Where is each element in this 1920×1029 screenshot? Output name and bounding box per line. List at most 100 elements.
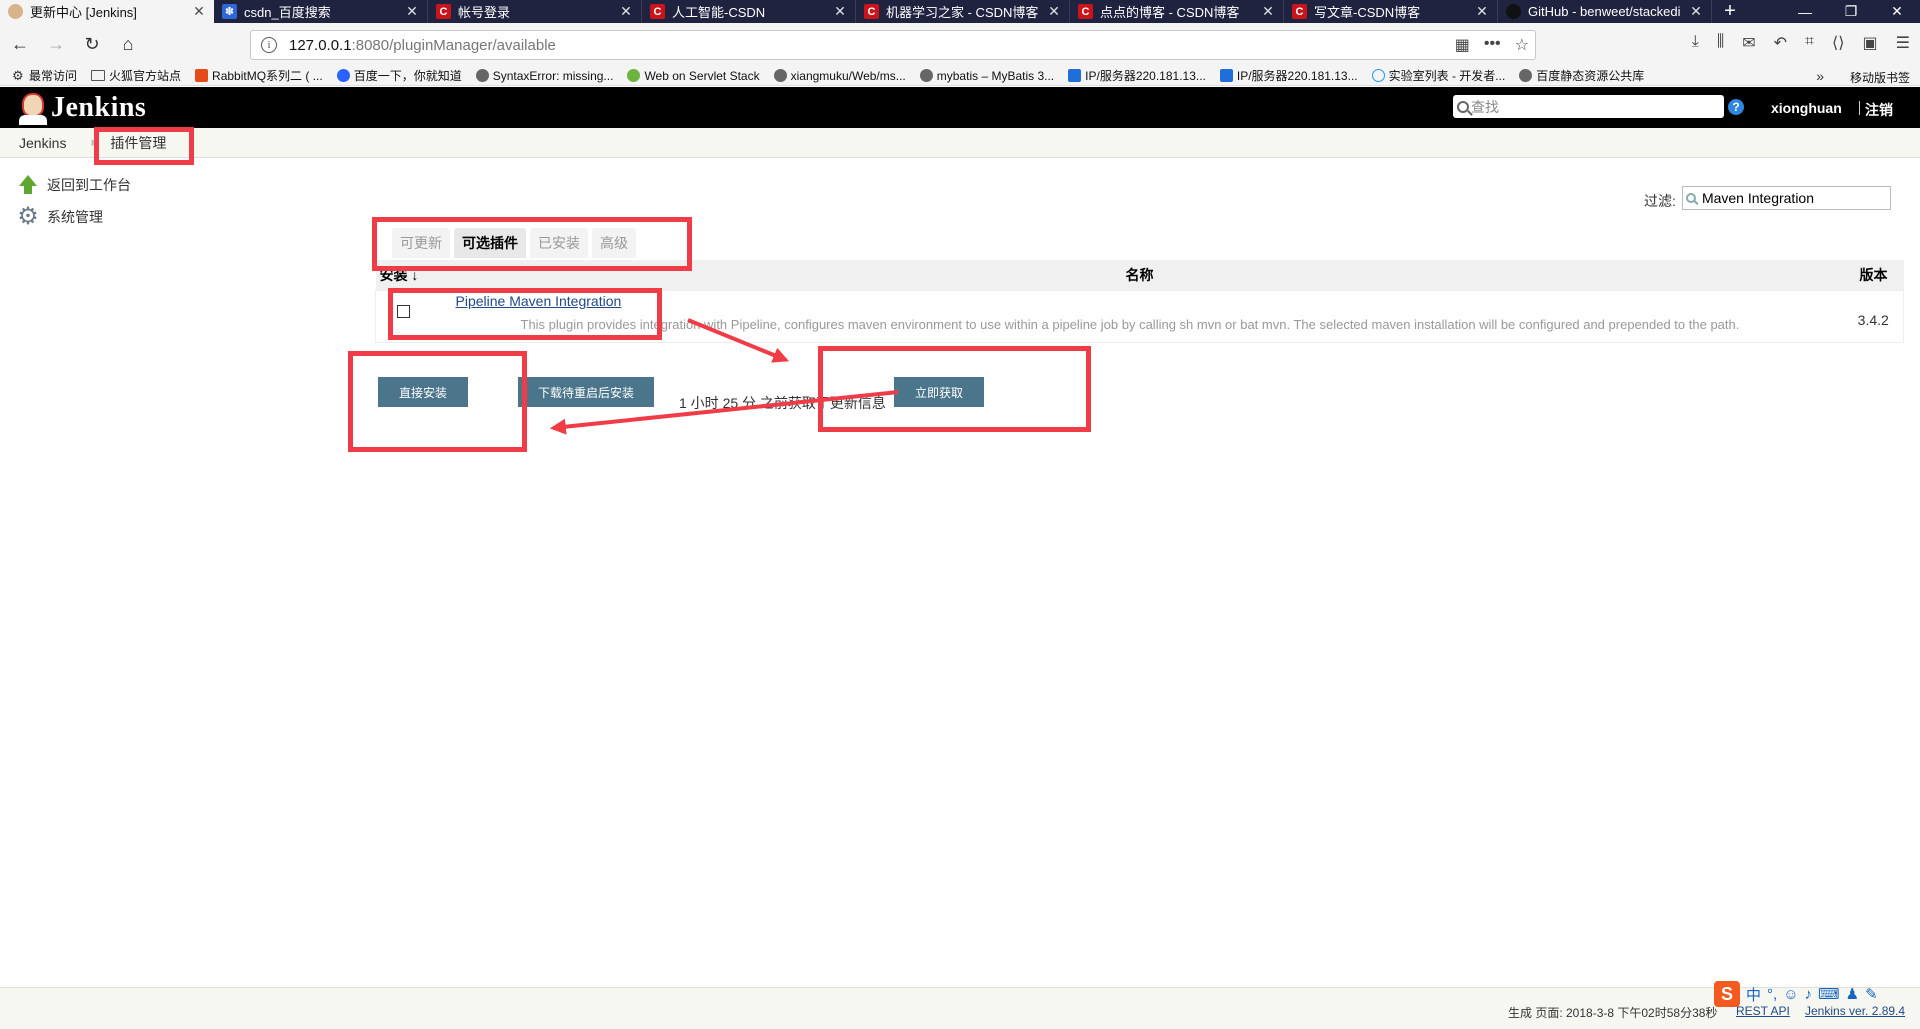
browser-tab-jenkins[interactable]: 更新中心 [Jenkins] ✕ [0, 0, 214, 23]
bookmark-star-icon[interactable]: ☆ [1515, 35, 1529, 55]
globe-icon [1519, 69, 1533, 82]
browser-tab-github[interactable]: GitHub - benweet/stackedi ✕ [1498, 0, 1712, 23]
tab-advanced[interactable]: 高级 [592, 228, 636, 258]
dev-tools-icon[interactable]: ⟨⟩ [1832, 33, 1844, 53]
breadcrumb-jenkins[interactable]: Jenkins [19, 135, 66, 151]
column-header-install[interactable]: 安装 ↓ [376, 260, 436, 290]
check-now-button[interactable]: 立即获取 [894, 377, 984, 407]
ime-emoji-icon[interactable]: ☺ [1783, 986, 1798, 1003]
column-header-name[interactable]: 名称 [436, 260, 1844, 290]
minimize-icon[interactable]: — [1782, 0, 1828, 23]
url-bar[interactable]: i 127.0.0.1:8080/pluginManager/available… [250, 30, 1536, 60]
restore-icon[interactable]: ❐ [1828, 0, 1874, 23]
close-icon[interactable]: ✕ [192, 3, 206, 20]
close-icon[interactable]: ✕ [619, 3, 633, 20]
forward-icon[interactable]: → [40, 29, 72, 61]
bookmark-item[interactable]: SyntaxError: missing... [475, 69, 613, 83]
chat-icon[interactable]: ✉ [1742, 33, 1755, 53]
site-info-icon[interactable]: i [261, 37, 277, 53]
sogou-ime-icon[interactable]: S [1714, 981, 1740, 1007]
bookmark-item[interactable]: mybatis – MyBatis 3... [919, 69, 1054, 83]
close-icon[interactable]: ✕ [1047, 3, 1061, 20]
install-checkbox[interactable] [397, 304, 410, 318]
bookmark-item[interactable]: ⚙ 最常访问 [12, 67, 77, 84]
bookmark-item[interactable]: IP/服务器220.181.13... [1219, 67, 1358, 84]
gear-icon: ⚙ [12, 68, 24, 83]
close-icon[interactable]: ✕ [405, 3, 419, 20]
ime-tools-icon[interactable]: ✎ [1865, 985, 1878, 1003]
extension-icon[interactable]: ▣ [1863, 33, 1878, 53]
filter-box[interactable] [1682, 186, 1891, 210]
csdn-icon: C [1078, 4, 1093, 19]
search-input[interactable] [1471, 98, 1701, 115]
install-cell [376, 290, 436, 342]
browser-tab-ml[interactable]: C 机器学习之家 - CSDN博客 ✕ [856, 0, 1070, 23]
ime-skin-icon[interactable]: ♟ [1846, 985, 1859, 1003]
close-icon[interactable]: ✕ [1261, 3, 1275, 20]
browser-tab-baidu[interactable]: ✽ csdn_百度搜索 ✕ [214, 0, 428, 23]
search-box[interactable] [1453, 95, 1724, 118]
bookmark-item[interactable]: xiangmuku/Web/ms... [773, 69, 906, 83]
mobile-bookmarks[interactable]: 移动版书签 [1850, 69, 1910, 86]
close-icon[interactable]: ✕ [1689, 3, 1703, 20]
browser-tab-strip: 更新中心 [Jenkins] ✕ ✽ csdn_百度搜索 ✕ C 帐号登录 ✕ … [0, 0, 1920, 23]
crop-icon[interactable]: ⌗ [1805, 33, 1814, 53]
breadcrumb-plugin-manager[interactable]: 插件管理 [110, 133, 166, 153]
bookmark-item[interactable]: IP/服务器220.181.13... [1068, 67, 1206, 84]
bookmark-item[interactable]: 百度一下，你就知道 [336, 67, 462, 84]
globe-icon [475, 69, 489, 82]
ime-punctuation-icon[interactable]: °, [1767, 986, 1777, 1003]
ime-chinese-icon[interactable]: 中 [1746, 984, 1761, 1005]
globe-icon [919, 69, 933, 82]
user-link[interactable]: xionghuan [1771, 100, 1842, 116]
browser-tab-login[interactable]: C 帐号登录 ✕ [428, 0, 642, 23]
plugin-name-link[interactable]: Pipeline Maven Integration [456, 293, 1844, 309]
csdn-icon: C [436, 4, 451, 19]
bookmark-item[interactable]: 百度静态资源公共库 [1519, 67, 1644, 84]
arrow-up-icon [17, 174, 39, 196]
ime-keyboard-icon[interactable]: ⌨ [1818, 985, 1840, 1003]
column-header-version[interactable]: 版本 [1844, 260, 1904, 290]
update-info-text: 1 小时 25 分 之前获取了更新信息 [679, 395, 886, 411]
tab-updates[interactable]: 可更新 [392, 228, 450, 258]
browser-tab-ai[interactable]: C 人工智能-CSDN ✕ [642, 0, 856, 23]
download-icon[interactable]: ⤓ [1692, 33, 1699, 53]
browser-tab-blog[interactable]: C 点点的博客 - CSDN博客 ✕ [1070, 0, 1284, 23]
chevron-right-icon[interactable]: » [1816, 68, 1824, 84]
library-icon[interactable]: ⫼ [1717, 33, 1724, 53]
tab-available[interactable]: 可选插件 [454, 228, 526, 258]
task-manage-jenkins[interactable]: ⚙ 系统管理 [17, 205, 103, 229]
bookmark-item[interactable]: 实验室列表 - 开发者... [1371, 67, 1505, 84]
close-window-icon[interactable]: ✕ [1874, 0, 1920, 23]
qr-code-icon[interactable]: ▦ [1455, 35, 1470, 55]
page-actions-icon[interactable]: ••• [1484, 35, 1501, 55]
new-tab-button[interactable]: + [1712, 0, 1748, 23]
close-icon[interactable]: ✕ [833, 3, 847, 20]
toolbar-icons: ⤓ ⫼ ✉ ↶ ⌗ ⟨⟩ ▣ ☰ [1692, 33, 1910, 53]
filter-input[interactable] [1701, 190, 1890, 206]
jenkins-logo[interactable]: Jenkins [17, 91, 146, 125]
bookmark-item[interactable]: Web on Servlet Stack [627, 69, 760, 83]
csdn-icon: C [650, 4, 665, 19]
close-icon[interactable]: ✕ [1475, 3, 1489, 20]
home-icon[interactable]: ⌂ [112, 29, 144, 61]
bookmark-item[interactable]: RabbitMQ系列二 ( ... [195, 67, 323, 84]
menu-icon[interactable]: ☰ [1896, 33, 1910, 53]
logout-link[interactable]: 注销 [1865, 100, 1893, 120]
download-install-after-restart-button[interactable]: 下载待重启后安装 [518, 377, 654, 407]
reload-icon[interactable]: ↻ [76, 29, 108, 61]
tab-installed[interactable]: 已安装 [530, 228, 588, 258]
plugin-version: 3.4.2 [1857, 312, 1889, 328]
ime-voice-icon[interactable]: ♪ [1805, 986, 1813, 1003]
tab-title: csdn_百度搜索 [244, 5, 331, 20]
jenkins-butler-icon [17, 91, 47, 125]
undo-icon[interactable]: ↶ [1774, 33, 1787, 53]
task-back-to-dashboard[interactable]: 返回到工作台 [17, 174, 131, 196]
divider [1859, 101, 1860, 115]
install-without-restart-button[interactable]: 直接安装 [378, 377, 468, 407]
leaf-icon [627, 69, 641, 82]
browser-tab-write[interactable]: C 写文章-CSDN博客 ✕ [1284, 0, 1498, 23]
back-icon[interactable]: ← [4, 29, 36, 61]
help-icon[interactable]: ? [1728, 99, 1744, 115]
bookmark-item[interactable]: 火狐官方站点 [91, 67, 181, 84]
